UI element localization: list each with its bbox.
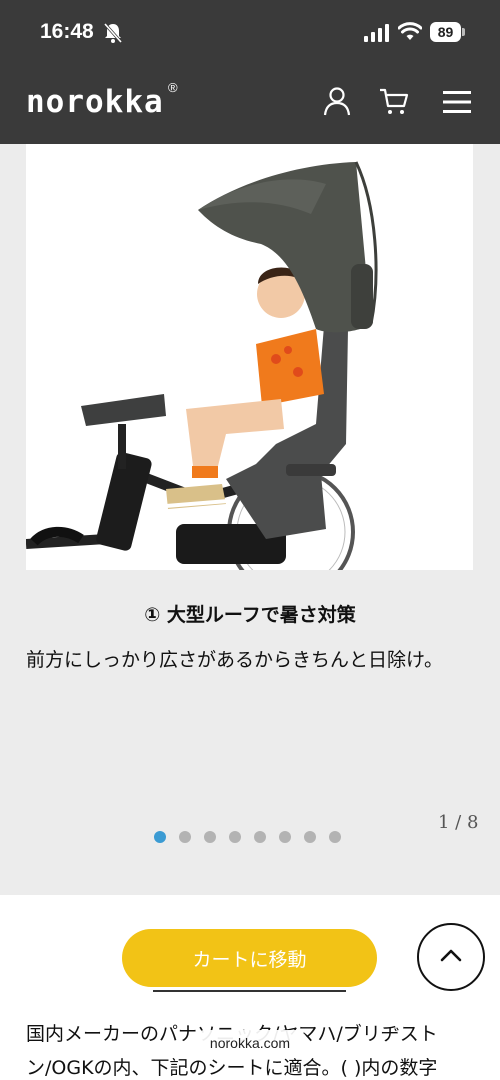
site-header: norokka ®	[0, 62, 500, 144]
divider	[153, 990, 346, 992]
slide-title: ① 大型ルーフで暑さ対策	[144, 604, 356, 626]
status-bar: 16:48 89	[0, 0, 500, 62]
slide-counter: 1 / 8	[438, 812, 479, 833]
cart-icon[interactable]	[379, 86, 409, 116]
carousel-dot[interactable]	[179, 831, 191, 843]
product-image[interactable]	[26, 144, 473, 570]
account-icon[interactable]	[322, 86, 352, 116]
hamburger-menu-icon[interactable]	[443, 89, 471, 115]
carousel-pagination	[154, 831, 341, 843]
scroll-to-top-button[interactable]	[417, 923, 485, 991]
wifi-icon	[398, 22, 422, 40]
carousel-dot[interactable]	[279, 831, 291, 843]
carousel-dot[interactable]	[304, 831, 316, 843]
muted-bell-icon	[103, 23, 123, 43]
site-logo[interactable]: norokka	[26, 84, 164, 120]
registered-mark: ®	[168, 80, 178, 95]
carousel-dot[interactable]	[329, 831, 341, 843]
battery-indicator: 89	[430, 22, 466, 42]
battery-level: 89	[430, 22, 461, 42]
carousel-dot[interactable]	[254, 831, 266, 843]
go-to-cart-button[interactable]: カートに移動	[122, 929, 377, 987]
signal-icon	[364, 24, 389, 42]
carousel-dot[interactable]	[229, 831, 241, 843]
carousel-dot[interactable]	[204, 831, 216, 843]
browser-url[interactable]: norokka.com	[192, 1030, 308, 1056]
chevron-up-icon	[440, 949, 462, 961]
status-time: 16:48	[40, 20, 94, 43]
bike-seat-photo-icon	[26, 161, 378, 570]
slide-description: 前方にしっかり広さがあるからきちんと日除け。	[26, 649, 444, 671]
carousel-dot[interactable]	[154, 831, 166, 843]
